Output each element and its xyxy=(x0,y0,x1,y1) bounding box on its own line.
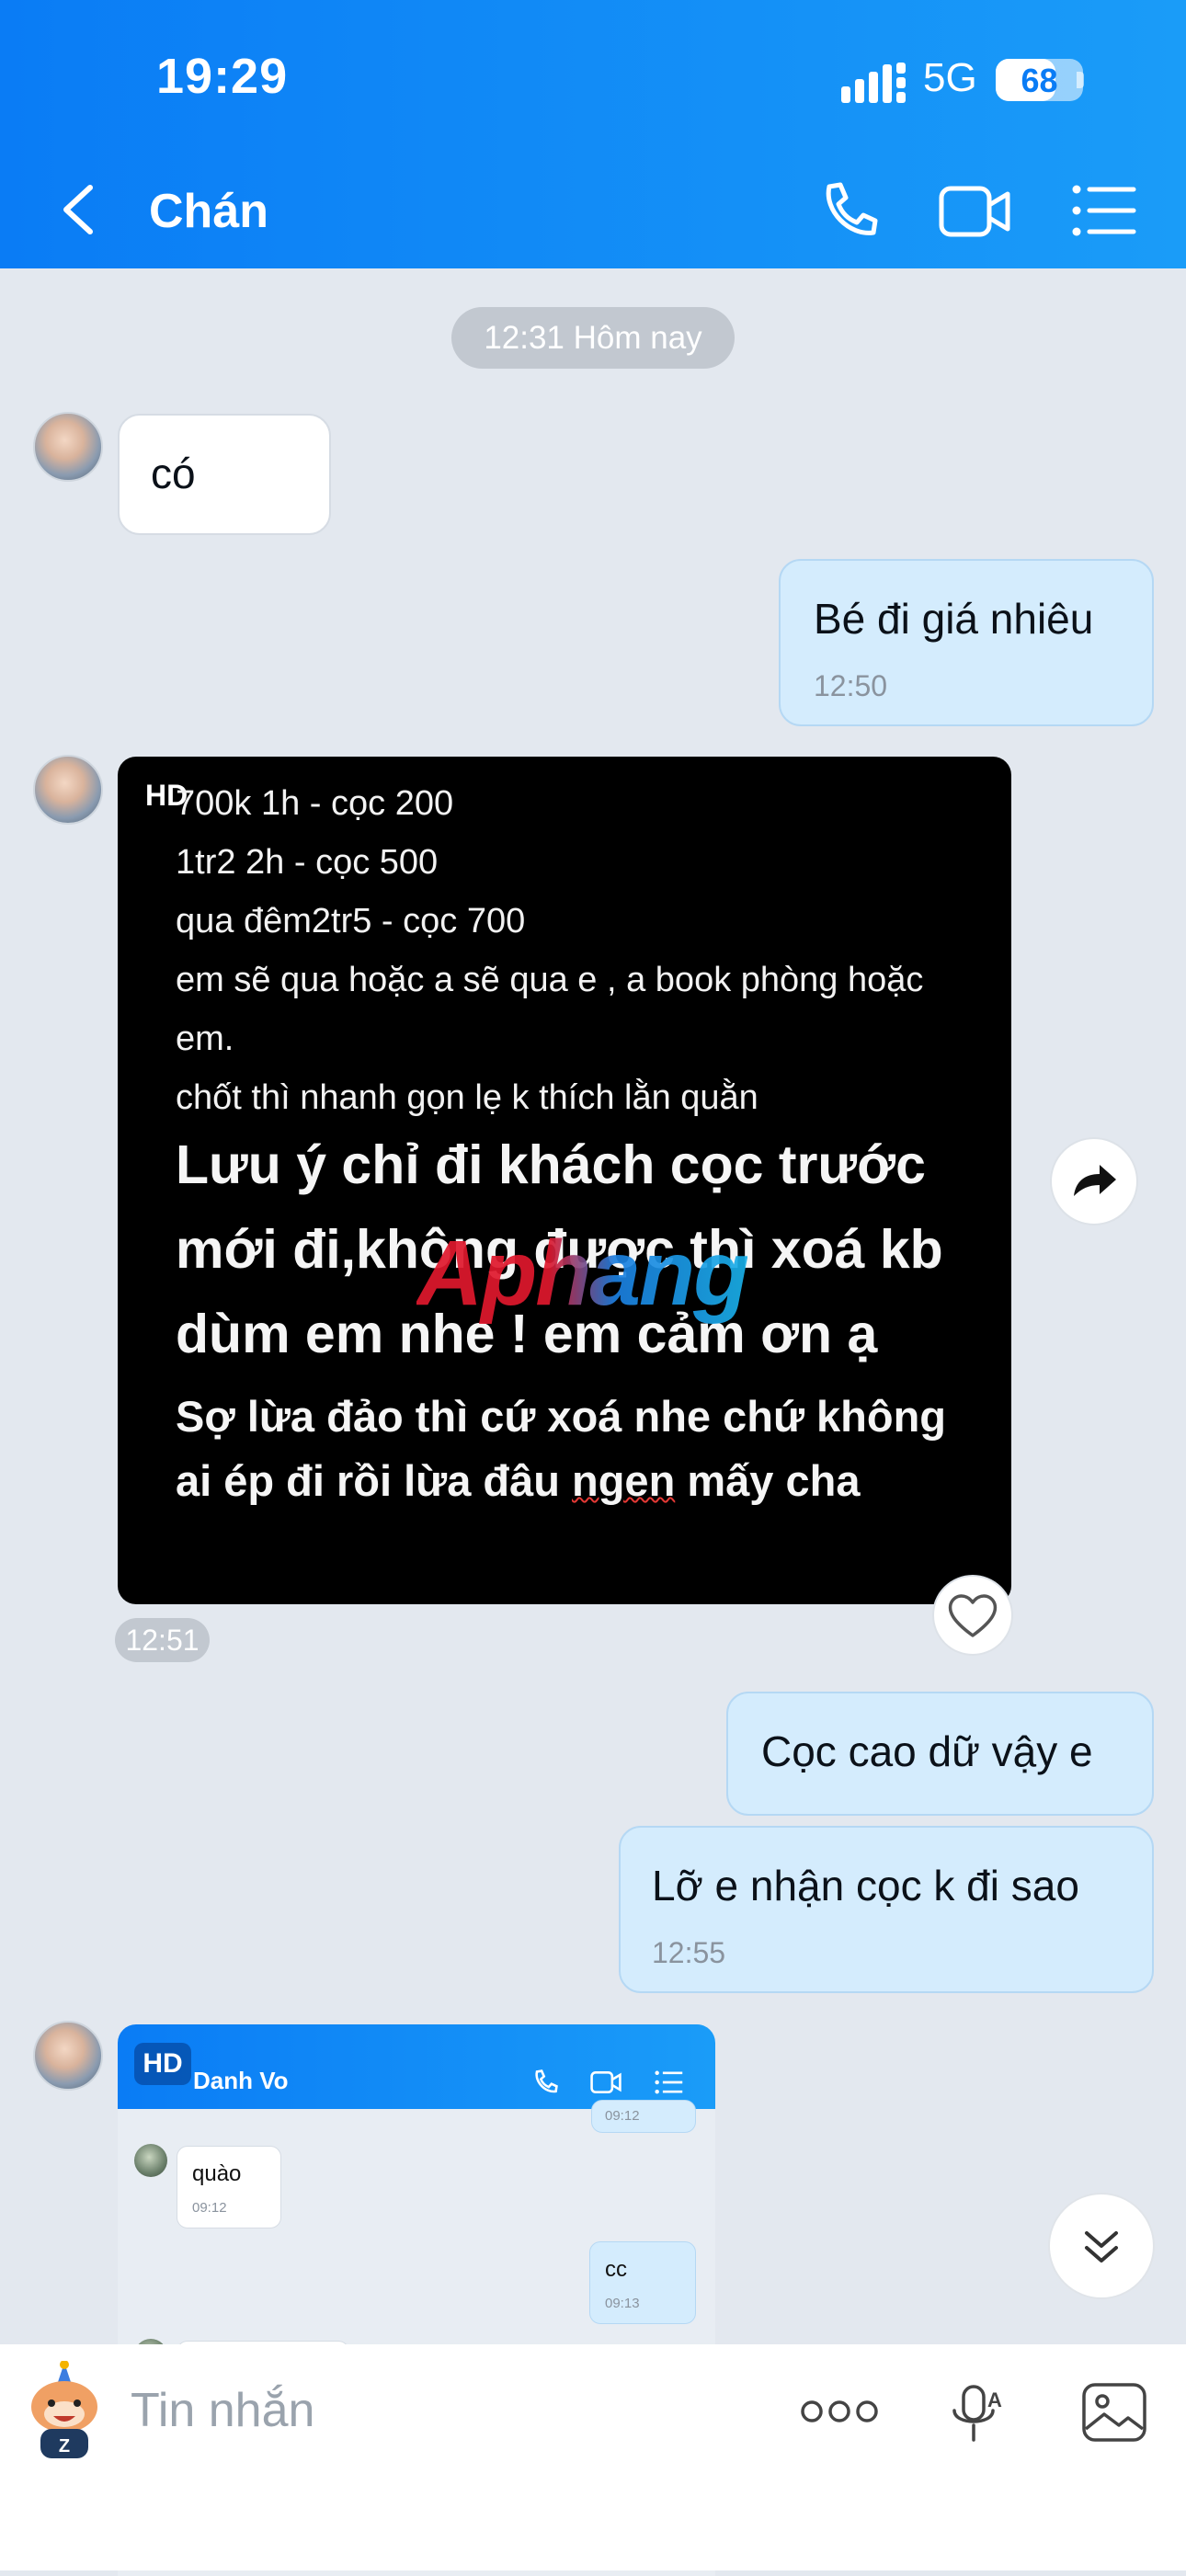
video-camera-icon xyxy=(590,2071,622,2093)
sticker-icon[interactable]: Z xyxy=(18,2361,108,2462)
status-time: 19:29 xyxy=(156,49,289,104)
share-arrow-icon[interactable] xyxy=(1050,1137,1138,1225)
post-text-line: 700k 1h - cọc 200 xyxy=(176,784,454,823)
svg-text:A: A xyxy=(987,2388,1002,2411)
battery-icon: 68 xyxy=(996,59,1083,101)
battery-level: 68 xyxy=(1021,62,1058,99)
post-headline: Lưu ý chỉ đi khách cọc trước xyxy=(176,1134,926,1195)
message-bubble-incoming[interactable]: có xyxy=(118,414,331,535)
more-dots-icon[interactable] xyxy=(800,2395,879,2428)
post-text-line: 1tr2 2h - cọc 500 xyxy=(176,843,439,882)
avatar[interactable] xyxy=(33,412,103,482)
chat-title[interactable]: Chán xyxy=(149,184,268,239)
avatar[interactable] xyxy=(33,2021,103,2091)
date-separator: 12:31 Hôm nay xyxy=(451,307,735,369)
battery-tip xyxy=(1077,72,1084,88)
thumb-chat-title: Danh Vo xyxy=(193,2067,289,2094)
thumb-time: 09:12 xyxy=(192,2200,227,2216)
post-subline-part: ai ép đi rồi lừa đâu xyxy=(176,1456,573,1505)
message-bubble-outgoing[interactable]: Lỡ e nhận cọc k đi sao 12:55 xyxy=(619,1826,1154,1993)
thumb-bubble-outgoing: cc 09:13 xyxy=(589,2241,696,2324)
image-message[interactable]: HD 700k 1h - cọc 200 1tr2 2h - cọc 500 q… xyxy=(118,757,1011,1604)
post-subline: ai ép đi rồi lừa đâu ngen mấy cha xyxy=(176,1455,860,1506)
back-chevron-left-icon[interactable] xyxy=(53,180,108,239)
thumb-bubble-incoming: quào 09:12 xyxy=(177,2146,281,2228)
list-menu-icon xyxy=(655,2070,683,2094)
thumb-header: Danh Vo HD xyxy=(118,2024,715,2109)
message-input[interactable]: Tin nhắn xyxy=(131,2383,314,2438)
post-subline-part: mấy cha xyxy=(675,1456,861,1505)
message-text: Bé đi giá nhiêu xyxy=(814,595,1094,643)
message-time: 12:51 xyxy=(115,1618,210,1662)
thumb-avatar xyxy=(134,2144,167,2177)
message-bubble-outgoing[interactable]: Bé đi giá nhiêu 12:50 xyxy=(779,559,1154,726)
message-time: 12:50 xyxy=(814,669,888,702)
thumb-time: 09:12 xyxy=(605,2108,640,2124)
image-icon[interactable] xyxy=(1080,2381,1148,2444)
phone-icon[interactable] xyxy=(816,179,881,244)
video-camera-icon[interactable] xyxy=(938,179,1011,244)
message-composer xyxy=(0,2344,1186,2570)
thumb-text: quào xyxy=(192,2161,242,2186)
phone-icon xyxy=(535,2069,558,2093)
message-text: Cọc cao dữ vậy e xyxy=(761,1727,1093,1775)
watermark-logo: Aphang xyxy=(416,1222,749,1325)
post-text-line: em. xyxy=(176,1020,234,1058)
svg-text:Z: Z xyxy=(59,2436,70,2456)
post-text-line: chốt thì nhanh gọn lẹ k thích lằn quằn xyxy=(176,1078,758,1117)
list-menu-icon[interactable] xyxy=(1071,182,1137,239)
hd-badge: HD xyxy=(134,2043,191,2085)
post-subline: Sợ lừa đảo thì cứ xoá nhe chứ không xyxy=(176,1392,947,1441)
thumb-time: 09:13 xyxy=(605,2296,640,2311)
thumb-text: cc xyxy=(605,2257,627,2282)
message-time: 12:55 xyxy=(652,1936,726,1969)
avatar[interactable] xyxy=(33,755,103,825)
signal-icon xyxy=(841,63,906,103)
post-text-line: em sẽ qua hoặc a sẽ qua e , a book phòng… xyxy=(176,961,924,999)
microphone-icon[interactable]: A xyxy=(947,2383,1004,2444)
message-bubble-outgoing[interactable]: Cọc cao dữ vậy e xyxy=(726,1692,1154,1816)
message-text: Lỡ e nhận cọc k đi sao xyxy=(652,1862,1079,1909)
spellcheck-word: ngen xyxy=(572,1456,676,1505)
thumb-bubble-outgoing: 09:12 xyxy=(591,2100,696,2133)
double-chevron-down-icon[interactable] xyxy=(1048,2193,1155,2299)
post-text-line: qua đêm2tr5 - cọc 700 xyxy=(176,902,526,940)
network-type: 5G xyxy=(923,55,977,100)
chat-header: 19:29 5G 68 Chán xyxy=(0,0,1186,268)
message-text: có xyxy=(151,450,196,497)
heart-icon[interactable] xyxy=(932,1575,1013,1656)
